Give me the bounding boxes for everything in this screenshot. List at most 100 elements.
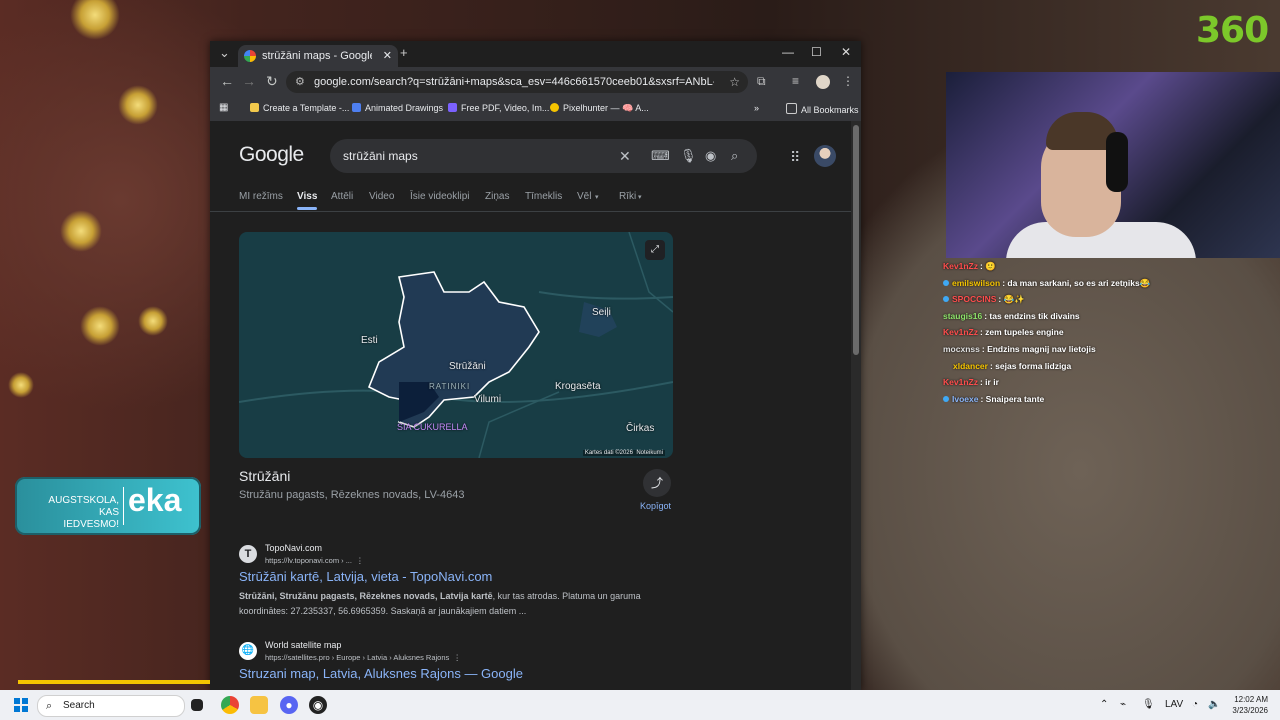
chevron-down-icon: ▾ [638,194,642,201]
search-input[interactable]: strūžāni maps ✕ ⌨ 🎙 ◉ ⌕ [330,139,757,173]
tab-search-icon[interactable]: ⌄ [219,45,230,61]
keyboard-icon[interactable]: ⌨ [651,139,670,173]
map-label-ratiniki: RATINIKI [429,382,471,391]
apps-grid-icon[interactable]: ▦ [219,102,228,113]
url-text: google.com/search?q=strūžāni+maps&sca_es… [314,76,714,88]
more-bookmarks-icon[interactable]: » [754,103,759,113]
place-title: Strūžāni [239,468,291,484]
share-label[interactable]: Kopīgot [640,501,671,511]
address-bar[interactable]: ⚙ google.com/search?q=strūžāni+maps&sca_… [286,71,748,93]
tray-overflow-icon[interactable]: ⌃ [1100,690,1108,720]
result-title[interactable]: Struzani map, Latvia, Aluksnes Rajons — … [239,666,523,681]
network-icon[interactable]: ⌁ [1120,690,1126,720]
map-label-vilumi: Vilumi [474,394,502,405]
browser-tab[interactable]: strūžāni maps - Google meklēš ✕ [238,45,398,67]
file-explorer-icon[interactable] [250,696,268,714]
maximize-icon[interactable]: ☐ [811,45,822,59]
taskbar-search[interactable]: ⌕ Search [37,695,185,717]
chat-message: xldancer: sejas forma lidziga [953,360,1072,371]
tab-more[interactable]: Vēl [577,191,591,202]
bookmark-item[interactable]: Animated Drawings [352,103,443,113]
keyboard-language[interactable]: LAV [1165,690,1183,720]
discord-icon[interactable]: ● [280,696,298,714]
search-icon: ⌕ [46,700,53,712]
task-view-icon[interactable] [191,699,203,711]
badge-icon [943,395,949,402]
scrollbar-thumb[interactable] [853,125,859,355]
close-window-icon[interactable]: ✕ [841,45,851,59]
clear-icon[interactable]: ✕ [619,139,631,173]
wifi-icon[interactable]: ◔ [1192,690,1198,720]
google-favicon-icon [244,50,256,62]
result-url[interactable]: https://satellites.pro › Europe › Latvia… [265,653,461,662]
new-tab-button[interactable]: + [400,45,408,60]
google-logo[interactable]: Google [239,143,304,167]
forward-icon[interactable]: → [242,73,256,89]
chat-message: Kev1nZz: zem tupeles engine [943,327,1064,338]
search-result: T TopoNavi.com https://lv.toponavi.com ›… [239,543,679,623]
bookmark-item[interactable]: Create a Template -... [250,103,349,113]
bookmark-star-icon[interactable]: ☆ [729,71,740,93]
volume-icon[interactable]: 🔈 [1208,690,1220,720]
bokeh-light [8,372,34,398]
badge-icon [943,296,949,303]
map-poi-label[interactable]: SIA CUKURELLA [397,422,468,432]
reload-icon[interactable]: ↻ [266,73,278,90]
bookmark-item[interactable]: Pixelhunter — 🧠 A... [550,103,649,114]
media-icon[interactable]: ≡ [792,74,799,88]
sponsor-badge: AUGSTSKOLA, KAS IEDVESMO! eka [15,477,201,535]
map-label-seili: Seiļi [592,307,611,318]
microphone-icon[interactable]: 🎙 [1142,690,1155,720]
browser-toolbar: ← → ↻ ⚙ google.com/search?q=strūžāni+map… [210,67,861,97]
windows-start-icon[interactable] [14,698,28,712]
tab-strip: ⌄ strūžāni maps - Google meklēš ✕ + — ☐ … [210,41,861,67]
obs-icon[interactable]: ◉ [309,696,327,714]
share-icon[interactable]: ⤴ [643,469,671,497]
tab-title: strūžāni maps - Google meklēš [262,50,372,62]
chat-message: SPOCCINS: 😂✨ [943,291,1273,308]
microphone-icon[interactable]: 🎙 [680,139,697,173]
chrome-icon[interactable] [221,696,239,714]
chat-message: emilswilson: da man sarkani, so es ari z… [943,275,1273,292]
expand-map-icon[interactable]: ⤢ [645,240,665,260]
result-site[interactable]: World satellite map [265,640,341,650]
tab-web[interactable]: Tīmeklis [525,191,562,202]
chat-message: Ivoexe: Snaipera tante [943,391,1273,408]
tab-all[interactable]: Viss [297,191,318,210]
place-address: Stružānu pagasts, Rēzeknes novads, LV-46… [239,489,465,501]
tab-videos[interactable]: Video [369,191,394,202]
tab-news[interactable]: Ziņas [485,191,509,202]
taskbar: ⌕ Search ● ◉ ⌃ ⌁ 🎙 LAV ◔ 🔈 12:02 AM 3/23… [0,690,1280,720]
profile-avatar[interactable] [816,75,830,89]
bookmark-favicon-icon [352,103,361,112]
minimize-icon[interactable]: — [782,45,794,59]
tab-ai-mode[interactable]: MI režīms [239,191,283,202]
scrollbar[interactable] [851,121,861,690]
google-apps-icon[interactable]: ⠿ [790,149,800,166]
account-avatar[interactable] [814,145,836,167]
extensions-icon[interactable]: ⧉ [757,74,766,89]
tab-close-icon[interactable]: ✕ [383,45,392,67]
bookmark-favicon-icon [550,103,559,112]
map-preview[interactable]: Esti Seiļi Strūžāni RATINIKI Vilumi Krog… [239,232,673,458]
bookmark-item[interactable]: Free PDF, Video, Im... [448,103,549,113]
stream-logo: 360 [1196,10,1269,51]
lens-icon[interactable]: ◉ [705,139,716,173]
back-icon[interactable]: ← [220,73,234,89]
all-bookmarks[interactable]: All Bookmarks [786,103,859,115]
chat-message: mocxnss: Endzins magnij nav lietojis [943,343,1096,354]
tab-tools[interactable]: Rīki [619,191,636,202]
result-url[interactable]: https://lv.toponavi.com › ... ⋮ [265,556,364,565]
badge-icon [943,279,949,286]
chat-message: Kev1nZz: ir ir [943,377,999,388]
bookmark-favicon-icon [250,103,259,112]
tab-images[interactable]: Attēli [331,191,353,202]
result-title[interactable]: Strūžāni kartē, Latvija, vieta - TopoNav… [239,569,492,584]
chat-message: staugis16: tas endzins tik divains [943,310,1080,321]
result-site[interactable]: TopoNavi.com [265,543,322,553]
tab-short-videos[interactable]: Īsie videoklipi [410,191,469,202]
search-icon[interactable]: ⌕ [731,139,738,173]
site-info-icon[interactable]: ⚙ [295,71,305,93]
menu-icon[interactable]: ⋮ [842,74,854,88]
system-clock[interactable]: 12:02 AM 3/23/2026 [1226,694,1268,716]
